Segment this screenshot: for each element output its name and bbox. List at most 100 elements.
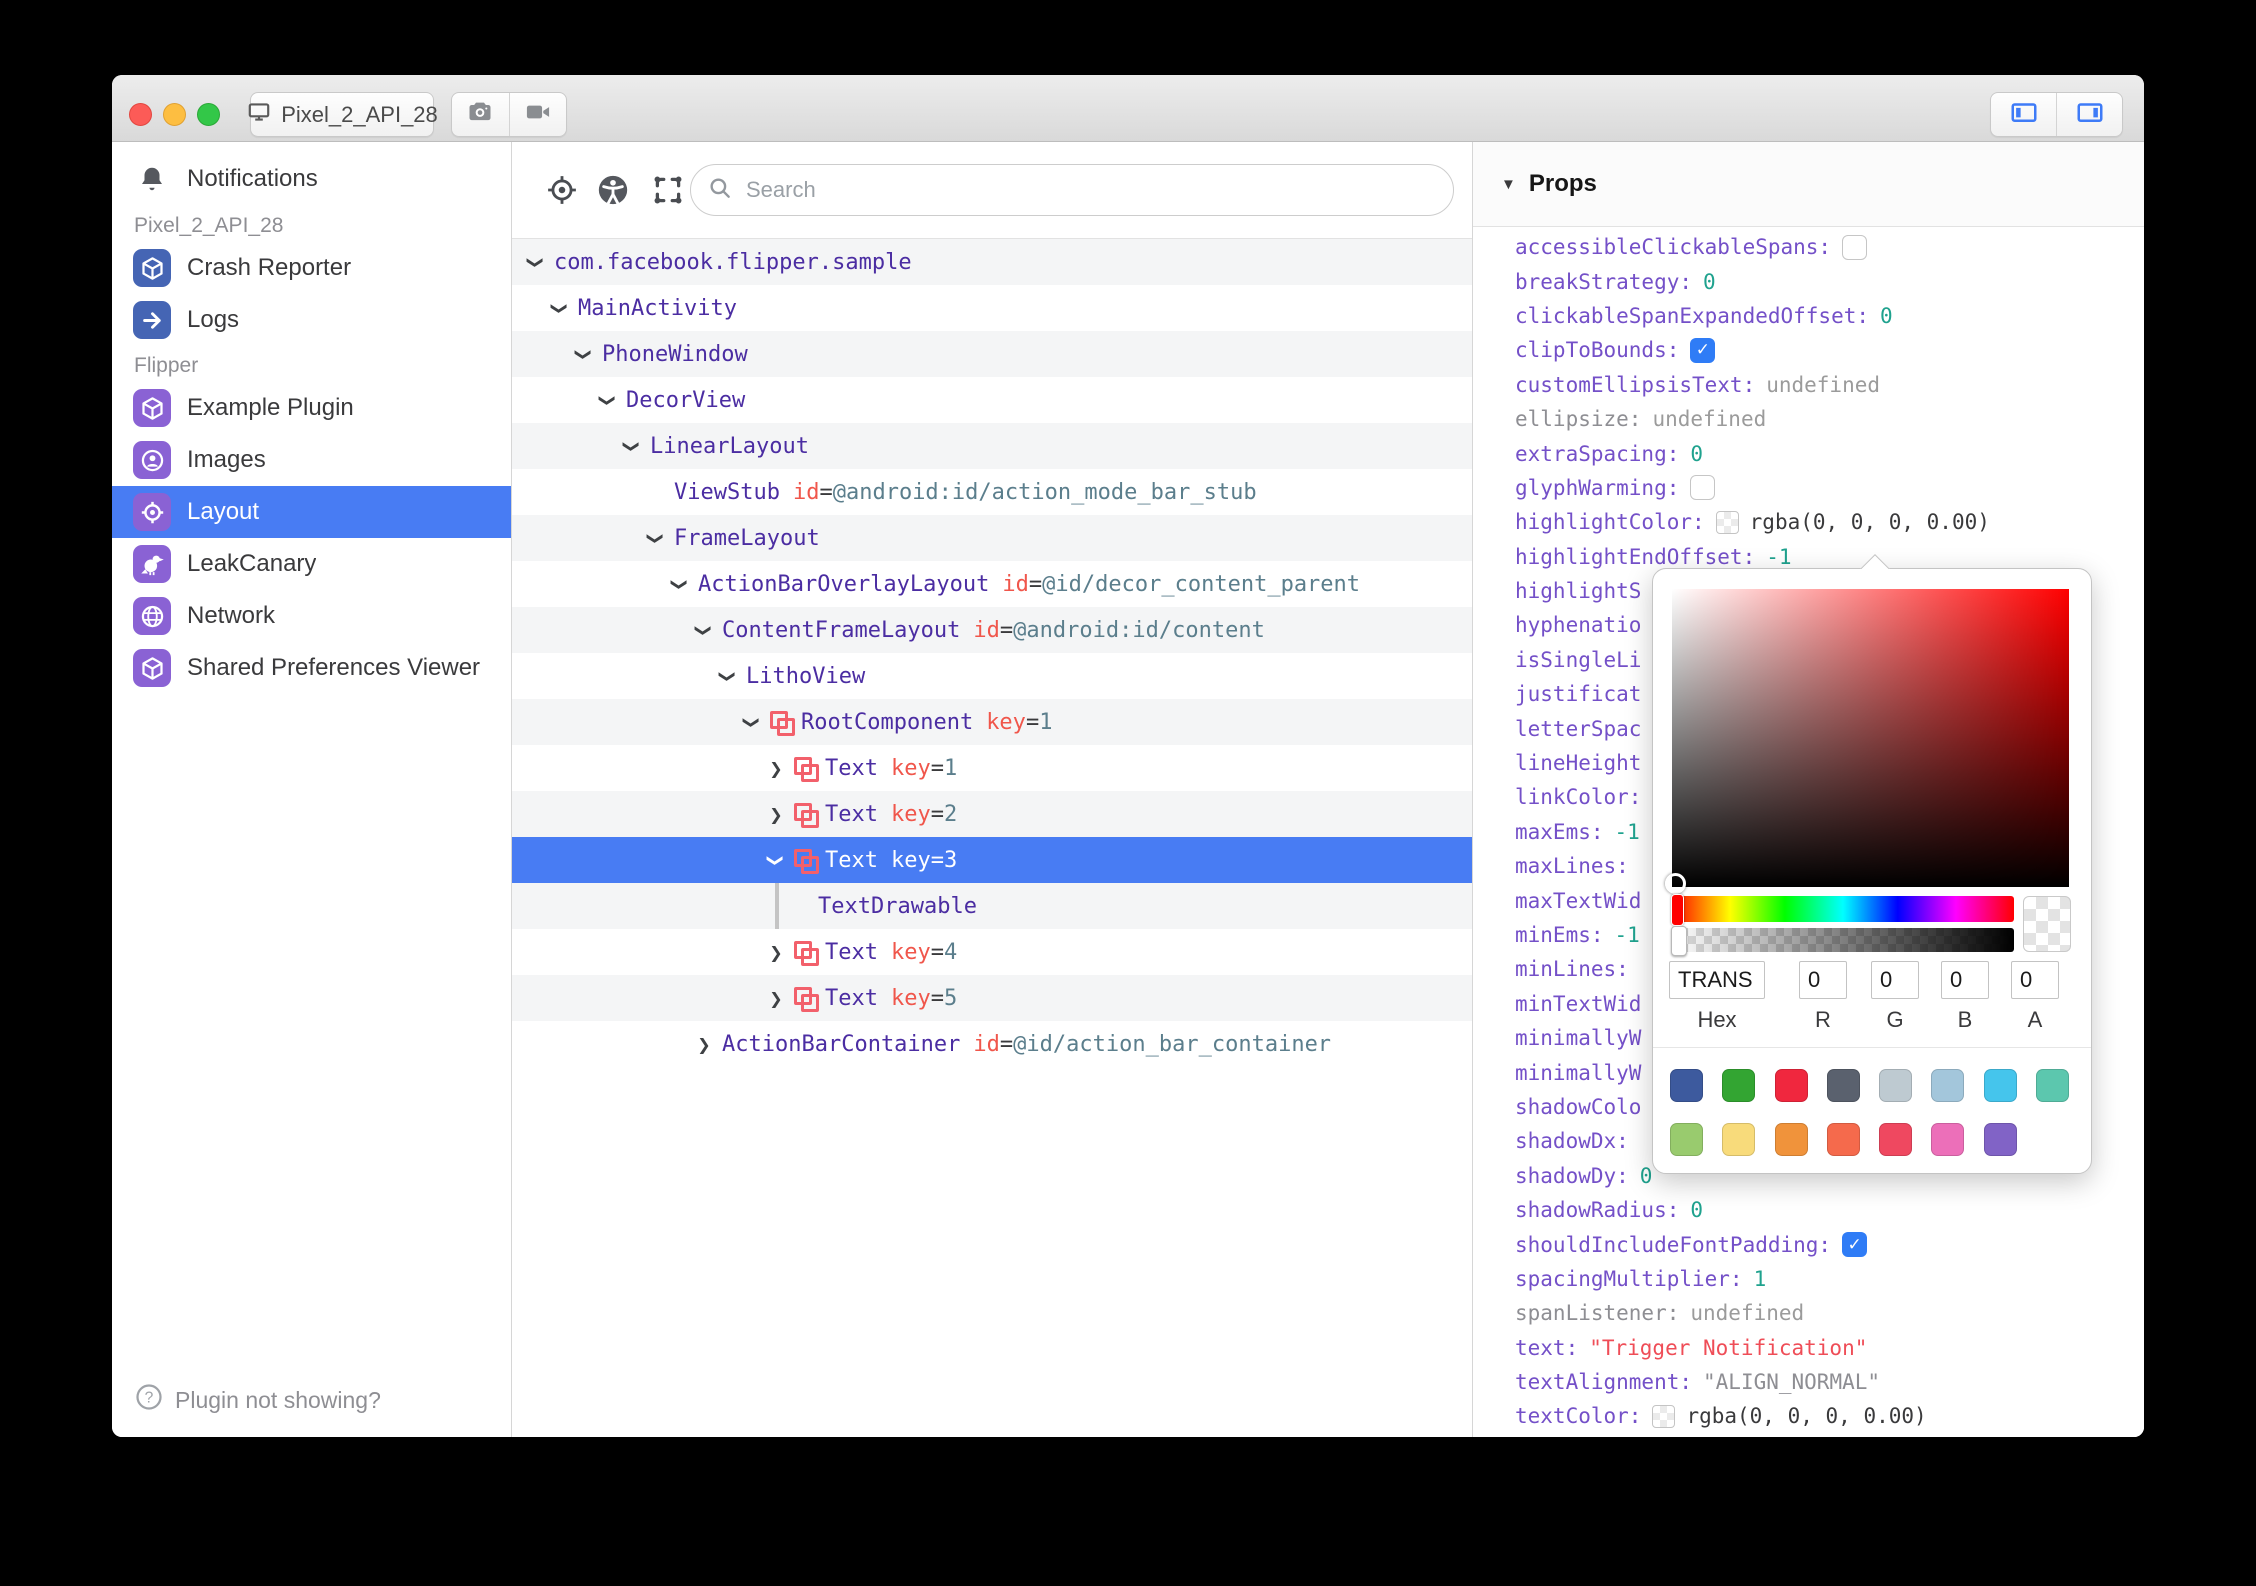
sidebar-item-example-plugin[interactable]: Example Plugin — [112, 382, 511, 434]
tree-row[interactable]: ❯ ContentFrameLayout id = @android:id/conten… — [512, 607, 1472, 653]
chevron-down-icon[interactable]: ❯ — [623, 436, 642, 456]
tree-attr-key: key — [890, 939, 931, 965]
green-input[interactable] — [1871, 961, 1919, 999]
palette-swatch[interactable] — [1879, 1123, 1913, 1156]
tree-attr-value: @android:id/content — [1013, 617, 1265, 643]
color-swatch[interactable] — [1715, 510, 1739, 534]
chevron-down-icon[interactable]: ❯ — [695, 620, 714, 640]
tree-attr-value: 5 — [943, 985, 958, 1011]
tree-row[interactable]: ❯ Text key = 3 — [512, 837, 1472, 883]
palette-swatch[interactable] — [1931, 1123, 1965, 1156]
tree-row[interactable]: ❯ Text key = 2 — [512, 791, 1472, 837]
tree-row[interactable]: ❯ Text key = 5 — [512, 975, 1472, 1021]
tree-row[interactable]: ❯ ActionBarContainer id = @id/action_bar_con… — [512, 1021, 1472, 1067]
palette-swatch[interactable] — [1670, 1069, 1703, 1102]
hue-slider[interactable] — [1671, 894, 2014, 926]
chevron-right-icon[interactable]: ❯ — [766, 759, 786, 778]
palette-swatch[interactable] — [1826, 1123, 1860, 1156]
palette-swatch[interactable] — [1774, 1069, 1808, 1102]
tree-row[interactable]: ❯ MainActivity — [512, 285, 1472, 331]
sidebar-item-label: Logs — [187, 306, 240, 333]
target-mode-button[interactable] — [545, 173, 579, 207]
palette-swatch[interactable] — [1983, 1069, 2017, 1102]
tree-row[interactable]: ❯ Text key = 4 — [512, 929, 1472, 975]
tree-row[interactable]: ❯ ActionBarOverlayLayout id = @id/decor_cont… — [512, 561, 1472, 607]
palette-swatch[interactable] — [1931, 1069, 1965, 1102]
hex-input[interactable] — [1669, 961, 1765, 999]
select-element-button[interactable] — [651, 173, 685, 207]
chevron-down-icon[interactable]: ❯ — [551, 298, 570, 318]
tree-node-name: Text — [825, 755, 878, 781]
chevron-down-icon[interactable]: ❯ — [599, 390, 618, 410]
palette-swatch[interactable] — [1670, 1123, 1703, 1156]
palette-swatch[interactable] — [1879, 1069, 1913, 1102]
hue-slider-handle[interactable] — [1671, 894, 1684, 926]
sidebar-item-images[interactable]: Images — [112, 434, 511, 486]
screenshot-button[interactable] — [452, 93, 509, 136]
chevron-down-icon[interactable]: ❯ — [767, 850, 786, 870]
tree-attr-value: @id/decor_content_parent — [1042, 571, 1361, 597]
color-swatch[interactable] — [1652, 1404, 1676, 1428]
sidebar-item-layout[interactable]: Layout — [112, 486, 511, 538]
plugin-help-link[interactable]: ? Plugin not showing? — [134, 1382, 381, 1418]
tree-row[interactable]: TextDrawable — [512, 883, 1472, 929]
chevron-right-icon[interactable]: ❯ — [766, 943, 786, 962]
alpha-slider[interactable] — [1671, 926, 2014, 956]
chevron-down-icon[interactable]: ❯ — [527, 252, 546, 272]
props-header[interactable]: ▼ Props — [1473, 142, 2144, 227]
tree-row[interactable]: ❯ LithoView — [512, 653, 1472, 699]
chevron-down-icon[interactable]: ❯ — [719, 666, 738, 686]
chevron-right-icon[interactable]: ❯ — [766, 805, 786, 824]
chevron-down-icon[interactable]: ❯ — [647, 528, 666, 548]
palette-swatch[interactable] — [2036, 1069, 2070, 1102]
prop-row: textAlignment: "ALIGN_NORMAL" — [1473, 1365, 2144, 1399]
prop-checkbox[interactable] — [1690, 475, 1716, 501]
palette-swatch[interactable] — [1774, 1123, 1808, 1156]
palette-swatch[interactable] — [1722, 1069, 1756, 1102]
chevron-right-icon[interactable]: ❯ — [694, 1035, 714, 1054]
blue-input[interactable] — [1941, 961, 1989, 999]
tree-attr-value: @id/action_bar_container — [1013, 1031, 1332, 1057]
chevron-down-icon[interactable]: ❯ — [575, 344, 594, 364]
alpha-input[interactable] — [2011, 961, 2059, 999]
saturation-brightness-area[interactable] — [1665, 589, 2069, 894]
red-input[interactable] — [1799, 961, 1847, 999]
tree-attr-equals: = — [999, 1031, 1014, 1057]
toggle-right-sidebar-button[interactable] — [2056, 93, 2122, 136]
chevron-right-icon[interactable]: ❯ — [766, 989, 786, 1008]
tree-row[interactable]: ViewStub id = @android:id/action_mode_bar_s… — [512, 469, 1472, 515]
palette-swatch[interactable] — [1983, 1123, 2017, 1156]
sidebar-item-notifications[interactable]: Notifications — [112, 152, 511, 206]
tree-row[interactable]: ❯ com.facebook.flipper.sample — [512, 239, 1472, 285]
tree-row[interactable]: ❯ DecorView — [512, 377, 1472, 423]
sidebar-item-network[interactable]: Network — [112, 590, 511, 642]
search-box[interactable] — [690, 164, 1454, 216]
palette-swatch[interactable] — [1722, 1123, 1756, 1156]
close-window-button[interactable] — [129, 103, 152, 126]
sidebar-item-leakcanary[interactable]: LeakCanary — [112, 538, 511, 590]
zoom-window-button[interactable] — [197, 103, 220, 126]
prop-checkbox[interactable]: ✓ — [1842, 1232, 1868, 1258]
accessibility-mode-button[interactable] — [596, 173, 630, 207]
tree-row[interactable]: ❯ RootComponent key = 1 — [512, 699, 1472, 745]
chevron-down-icon[interactable]: ❯ — [743, 712, 762, 732]
sidebar-item-shared-preferences-viewer[interactable]: Shared Preferences Viewer — [112, 642, 511, 694]
device-selector-button[interactable]: Pixel_2_API_28 — [248, 92, 438, 137]
prop-checkbox[interactable]: ✓ — [1690, 337, 1716, 363]
tree-row[interactable]: ❯ Text key = 1 — [512, 745, 1472, 791]
tree-attr-key: key — [890, 801, 931, 827]
prop-checkbox[interactable] — [1842, 234, 1868, 260]
sv-selector-handle[interactable] — [1665, 873, 1686, 894]
alpha-slider-handle[interactable] — [1671, 926, 1687, 956]
search-input[interactable] — [744, 176, 1437, 204]
tree-row[interactable]: ❯ FrameLayout — [512, 515, 1472, 561]
toggle-left-sidebar-button[interactable] — [1991, 93, 2056, 136]
chevron-down-icon[interactable]: ❯ — [671, 574, 690, 594]
palette-swatch[interactable] — [1826, 1069, 1860, 1102]
sidebar-item-logs[interactable]: Logs — [112, 294, 511, 346]
screen-record-button[interactable] — [508, 93, 567, 136]
sidebar-item-crash-reporter[interactable]: Crash Reporter — [112, 242, 511, 294]
tree-row[interactable]: ❯ PhoneWindow — [512, 331, 1472, 377]
tree-row[interactable]: ❯ LinearLayout — [512, 423, 1472, 469]
minimize-window-button[interactable] — [163, 103, 186, 126]
